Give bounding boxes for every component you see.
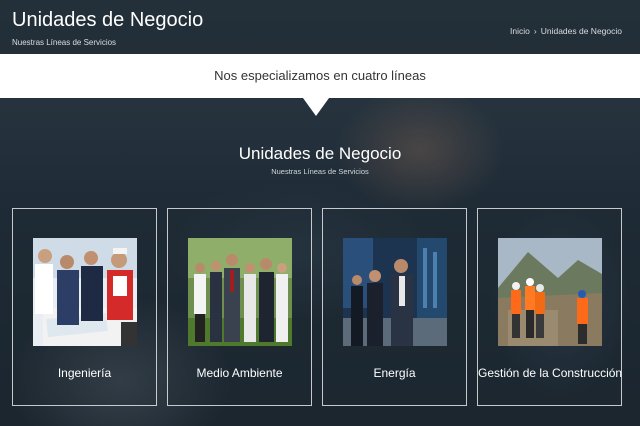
page-subtitle: Nuestras Líneas de Servicios xyxy=(12,38,117,47)
page-header: Unidades de Negocio Nuestras Líneas de S… xyxy=(0,0,640,54)
card-energia[interactable]: Energía xyxy=(322,208,467,406)
environment-team-photo xyxy=(188,238,292,346)
construction-workers-photo xyxy=(498,238,602,346)
card-gestion-construccion[interactable]: Gestión de la Construcción xyxy=(477,208,622,406)
engineering-team-photo xyxy=(33,238,137,346)
banner-pointer-arrow xyxy=(303,98,329,116)
card-medio-ambiente[interactable]: Medio Ambiente xyxy=(167,208,312,406)
breadcrumb-separator: › xyxy=(533,26,537,36)
card-label: Gestión de la Construcción xyxy=(478,366,623,380)
intro-banner: Nos especializamos en cuatro líneas xyxy=(0,54,640,98)
card-label: Energía xyxy=(373,366,416,380)
banner-text: Nos especializamos en cuatro líneas xyxy=(214,68,426,83)
section-title: Unidades de Negocio xyxy=(238,144,402,163)
card-ingenieria[interactable]: Ingeniería xyxy=(12,208,157,406)
section-subtitle: Nuestras Líneas de Servicios xyxy=(271,167,369,176)
energy-team-photo xyxy=(343,238,447,346)
card-label: Medio Ambiente xyxy=(196,366,283,380)
breadcrumb-home-link[interactable]: Inicio xyxy=(510,26,530,36)
breadcrumb: Inicio › Unidades de Negocio xyxy=(510,26,622,36)
card-label: Ingeniería xyxy=(57,366,112,380)
breadcrumb-current: Unidades de Negocio xyxy=(540,26,622,36)
page-title: Unidades de Negocio xyxy=(12,9,204,31)
